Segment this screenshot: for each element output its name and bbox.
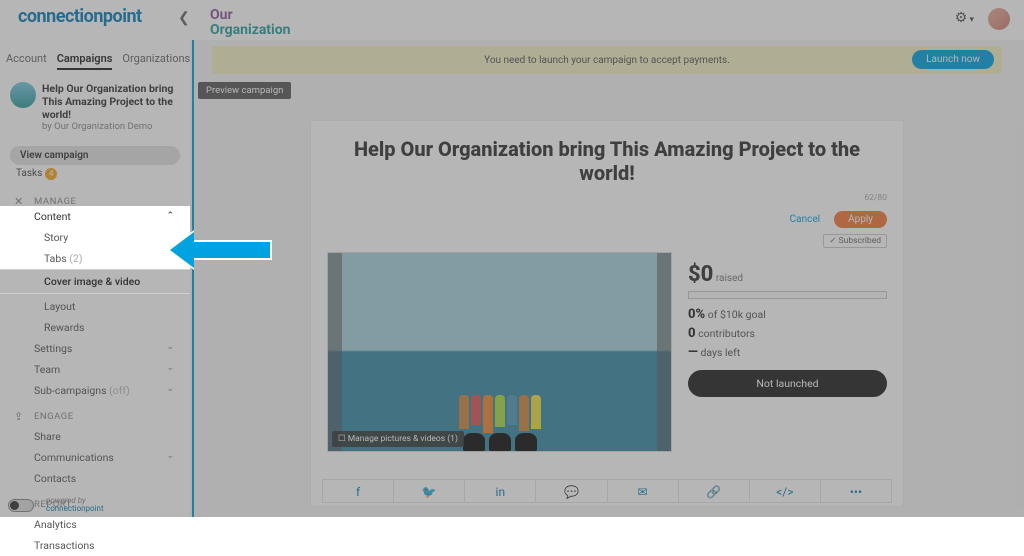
campaign-byline: by Our Organization Demo [42,121,180,132]
chevron-up-icon: ⌃ [166,211,174,221]
tab-account[interactable]: Account [6,52,47,70]
subscribed-chip[interactable]: ✓ Subscribed [823,234,887,248]
not-launched-pill: Not launched [688,370,887,397]
nav-analytics[interactable]: Analytics [0,514,190,535]
sidebar-tasks[interactable]: Tasks4 [16,168,174,180]
nav-rewards[interactable]: Rewards [0,317,190,338]
share-messenger-icon[interactable]: 💬 [536,480,607,502]
theme-toggle[interactable] [8,499,34,512]
chevron-down-icon: ⌄ [166,342,174,352]
campaign-stats: $0 raised 0% of $10k goal 0 contributors… [688,252,887,452]
nav-subcampaigns[interactable]: Sub-campaigns (off)⌄ [0,380,190,401]
tasks-badge: 4 [45,168,57,180]
gear-icon[interactable]: ⚙ [955,10,974,26]
nav-layout[interactable]: Layout [0,296,190,317]
preview-campaign-chip[interactable]: Preview campaign [198,82,291,99]
nav-share[interactable]: Share [0,426,190,447]
nav-transactions[interactable]: Transactions [0,535,190,556]
share-email-icon[interactable]: ✉ [608,480,679,502]
share-facebook-icon[interactable]: f [323,480,394,502]
nav-settings[interactable]: Settings⌄ [0,338,190,359]
share-row: f 🐦 in 💬 ✉ 🔗 </> ••• [322,479,892,503]
nav-content[interactable]: Content⌃ [0,206,190,227]
campaign-heading[interactable]: Help Our Organization bring This Amazing… [327,137,887,185]
sidebar: Help Our Organization bring This Amazing… [0,74,190,517]
section-engage: ⇪ENGAGE [0,401,190,426]
cancel-link[interactable]: Cancel [790,214,820,225]
nav-tabs[interactable]: Tabs (2) [0,248,190,269]
share-link-icon[interactable]: 🔗 [679,480,750,502]
char-count: 62/80 [327,193,887,203]
content-card: Help Our Organization bring This Amazing… [310,120,904,507]
campaign-title: Help Our Organization bring This Amazing… [42,82,180,121]
share-embed-icon[interactable]: </> [750,480,821,502]
nav-contacts[interactable]: Contacts [0,468,190,489]
cover-image[interactable]: ☐ Manage pictures & videos (1) [327,252,672,452]
chevron-down-icon: ⌄ [166,384,174,394]
main-area: You need to launch your campaign to acce… [190,40,1024,517]
alert-bar: You need to launch your campaign to acce… [212,46,1002,74]
share-twitter-icon[interactable]: 🐦 [394,480,465,502]
campaign-thumb [10,82,36,108]
tab-campaigns[interactable]: Campaigns [57,52,113,70]
view-campaign-button[interactable]: View campaign [10,146,180,165]
progress-bar [688,291,887,299]
launch-button[interactable]: Launch now [912,50,994,69]
content-submenu-highlight: Content⌃ Story Tabs (2) Cover image & vi… [0,206,190,270]
manage-pictures-button[interactable]: ☐ Manage pictures & videos (1) [332,431,464,447]
avatar[interactable] [988,8,1010,30]
callout-arrow [192,240,272,260]
share-linkedin-icon[interactable]: in [465,480,536,502]
share-more-icon[interactable]: ••• [821,480,891,502]
org-title: Our Organization [210,8,291,39]
chevron-down-icon: ⌄ [166,451,174,461]
share-icon: ⇪ [14,410,24,423]
nav-story[interactable]: Story [0,227,190,248]
collapse-sidebar-icon[interactable]: ❮ [178,10,190,26]
tab-organizations[interactable]: Organizations [122,52,190,70]
powered-by: powered byconnectionpoint [46,497,104,513]
nav-cover-image-video[interactable]: Cover image & video [0,269,190,294]
chevron-down-icon: ⌄ [166,363,174,373]
brand-logo[interactable]: connectionpoint [18,6,142,27]
apply-button[interactable]: Apply [834,211,887,228]
nav-communications[interactable]: Communications⌄ [0,447,190,468]
nav-team[interactable]: Team⌄ [0,359,190,380]
